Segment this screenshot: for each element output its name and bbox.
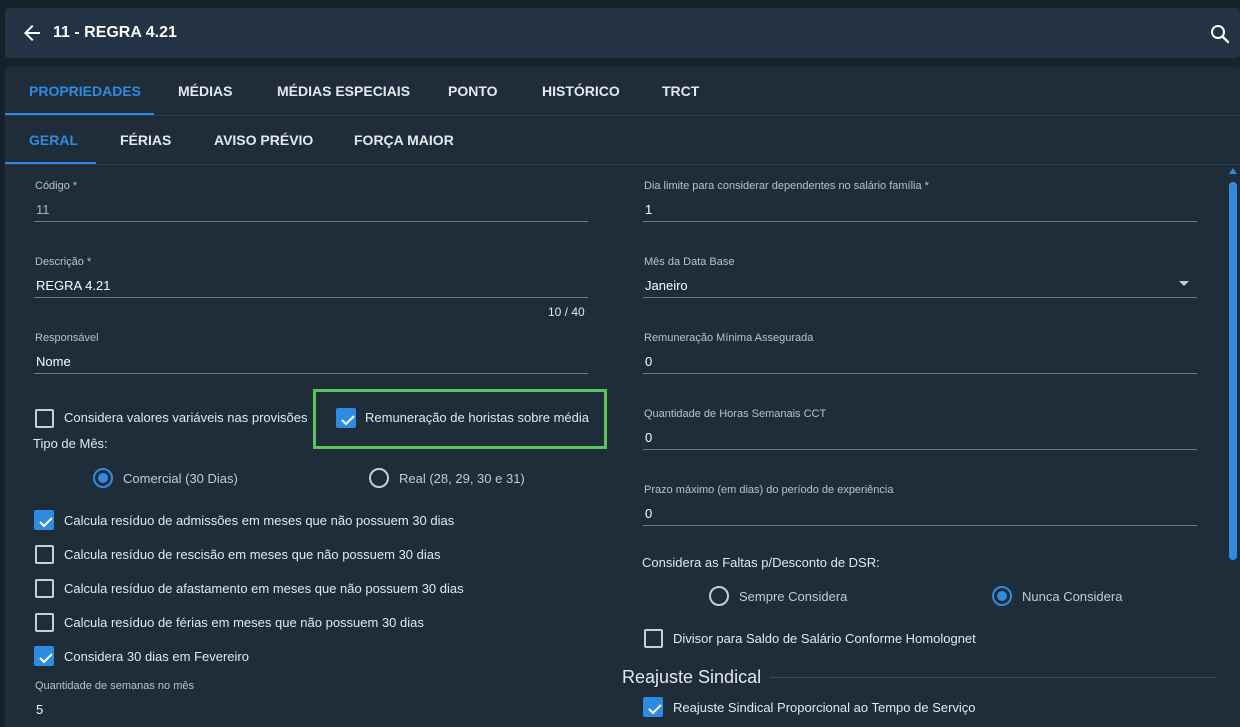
- tab-aviso-previo[interactable]: AVISO PRÉVIO: [214, 132, 313, 148]
- tipo-mes-label: Tipo de Mês:: [33, 436, 108, 451]
- radio-real[interactable]: [369, 468, 389, 488]
- dia-limite-underline: [643, 221, 1197, 222]
- check-icon: [648, 704, 662, 715]
- divisor-checkbox[interactable]: [644, 629, 663, 648]
- reajuste-heading: Reajuste Sindical: [622, 667, 762, 687]
- variaveis-checkbox[interactable]: [35, 409, 54, 428]
- responsavel-field[interactable]: Nome: [36, 354, 71, 369]
- back-arrow-icon[interactable]: [20, 21, 44, 45]
- tab-medias-especiais[interactable]: MÉDIAS ESPECIAIS: [277, 83, 410, 99]
- semanas-field[interactable]: 5: [36, 702, 43, 717]
- tab-historico[interactable]: HISTÓRICO: [542, 83, 620, 99]
- horas-cct-label: Quantidade de Horas Semanais CCT: [644, 408, 827, 420]
- horas-cct-underline: [643, 449, 1197, 450]
- sub-tab-bar: [5, 116, 1240, 165]
- scrollbar-thumb[interactable]: [1229, 182, 1237, 560]
- radio-nunca-considera-label: Nunca Considera: [1022, 589, 1123, 604]
- descricao-counter: 10 / 40: [548, 305, 585, 319]
- radio-sempre-considera[interactable]: [709, 586, 729, 606]
- residuo-admissoes-checkbox[interactable]: [34, 510, 54, 530]
- dia-limite-label: Dia limite para considerar dependentes n…: [644, 180, 929, 192]
- prazo-exp-field[interactable]: 0: [645, 506, 652, 521]
- mes-base-label: Mês da Data Base: [644, 256, 735, 268]
- tab-propriedades[interactable]: PROPRIEDADES: [29, 83, 141, 99]
- radio-sempre-considera-label: Sempre Considera: [739, 589, 848, 604]
- responsavel-underline: [34, 373, 588, 374]
- mes-base-underline: [643, 297, 1197, 298]
- radio-real-label: Real (28, 29, 30 e 31): [399, 471, 525, 486]
- tab-ponto[interactable]: PONTO: [448, 83, 498, 99]
- radio-comercial[interactable]: [93, 468, 113, 488]
- residuo-ferias-checkbox[interactable]: [35, 613, 54, 632]
- page-title: 11 - REGRA 4.21: [53, 24, 177, 41]
- descricao-field[interactable]: REGRA 4.21: [36, 278, 110, 293]
- faltas-dsr-label: Considera as Faltas p/Desconto de DSR:: [642, 555, 880, 570]
- check-icon: [39, 517, 53, 528]
- search-icon[interactable]: [1208, 22, 1232, 46]
- tab-ferias[interactable]: FÉRIAS: [120, 132, 171, 148]
- prazo-exp-underline: [643, 525, 1197, 526]
- divisor-label: Divisor para Saldo de Salário Conforme H…: [673, 631, 976, 646]
- reajuste-proporcional-label: Reajuste Sindical Proporcional ao Tempo …: [673, 700, 976, 715]
- reajuste-proporcional-checkbox[interactable]: [643, 697, 663, 717]
- prazo-exp-label: Prazo máximo (em dias) do período de exp…: [644, 484, 894, 496]
- mes-base-select[interactable]: Janeiro: [645, 278, 688, 293]
- responsavel-label: Responsável: [35, 332, 99, 344]
- chevron-down-icon[interactable]: [1179, 281, 1189, 286]
- scroll-up-arrow-icon[interactable]: [1229, 168, 1237, 174]
- tab-geral-indicator: [5, 162, 96, 164]
- horistas-checkbox[interactable]: [336, 408, 356, 428]
- tab-propriedades-indicator: [5, 113, 154, 115]
- residuo-rescisao-label: Calcula resíduo de rescisão em meses que…: [64, 547, 441, 562]
- check-icon: [341, 415, 355, 426]
- variaveis-label: Considera valores variáveis nas provisõe…: [64, 410, 308, 425]
- check-icon: [39, 653, 53, 664]
- residuo-afastamento-label: Calcula resíduo de afastamento em meses …: [64, 581, 464, 596]
- dia-limite-field[interactable]: 1: [645, 202, 652, 217]
- semanas-label: Quantidade de semanas no mês: [35, 680, 194, 692]
- descricao-label: Descrição *: [35, 256, 92, 268]
- tab-geral[interactable]: GERAL: [29, 132, 78, 148]
- descricao-underline: [34, 297, 588, 298]
- codigo-underline: [34, 221, 588, 222]
- remuneracao-min-label: Remuneração Mínima Assegurada: [644, 332, 814, 344]
- residuo-ferias-label: Calcula resíduo de férias em meses que n…: [64, 615, 424, 630]
- remuneracao-min-underline: [643, 373, 1197, 374]
- tab-trct[interactable]: TRCT: [662, 83, 699, 99]
- horas-cct-field[interactable]: 0: [645, 430, 652, 445]
- codigo-field[interactable]: 11: [36, 202, 50, 217]
- residuo-rescisao-checkbox[interactable]: [35, 545, 54, 564]
- horistas-label: Remuneração de horistas sobre média: [365, 410, 590, 425]
- radio-nunca-considera[interactable]: [992, 586, 1012, 606]
- residuo-afastamento-checkbox[interactable]: [35, 579, 54, 598]
- radio-comercial-label: Comercial (30 Dias): [123, 471, 238, 486]
- tab-forca-maior[interactable]: FORÇA MAIOR: [354, 132, 454, 148]
- fevereiro-checkbox[interactable]: [34, 646, 54, 666]
- app-header: [5, 8, 1240, 58]
- fevereiro-label: Considera 30 dias em Fevereiro: [64, 649, 249, 664]
- tab-medias[interactable]: MÉDIAS: [178, 83, 232, 99]
- reajuste-divider: [770, 677, 1217, 678]
- codigo-label: Código *: [35, 180, 78, 192]
- residuo-admissoes-label: Calcula resíduo de admissões em meses qu…: [64, 513, 455, 528]
- remuneracao-min-field[interactable]: 0: [645, 354, 652, 369]
